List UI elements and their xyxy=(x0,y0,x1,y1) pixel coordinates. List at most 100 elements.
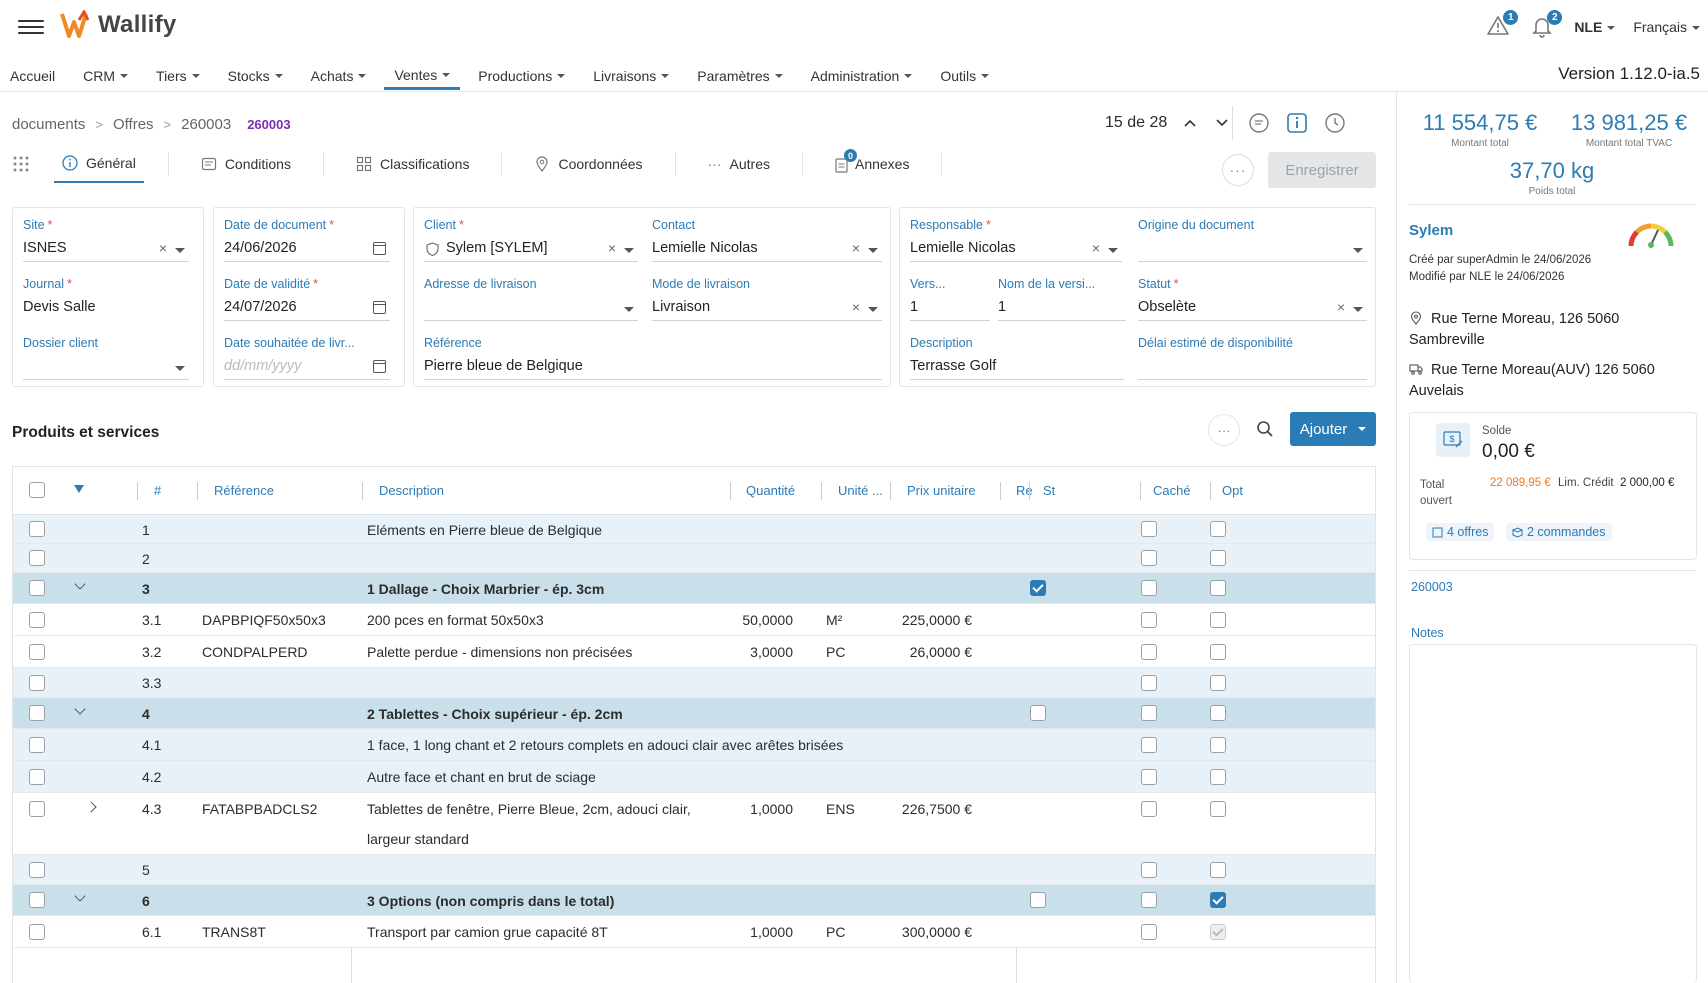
grid-dots-icon[interactable] xyxy=(12,155,30,173)
chevron-down-icon[interactable] xyxy=(624,248,634,253)
opt-checkbox[interactable] xyxy=(1210,769,1226,785)
contact-value[interactable]: Lemielle Nicolas xyxy=(652,236,882,262)
nav-tiers[interactable]: Tiers xyxy=(146,62,210,90)
opt-checkbox[interactable] xyxy=(1210,675,1226,691)
notifications-button[interactable]: 2 xyxy=(1530,10,1563,40)
info-icon[interactable] xyxy=(1286,112,1308,134)
products-more-button[interactable]: ··· xyxy=(1208,414,1240,446)
table-row[interactable]: 3.3 xyxy=(13,668,1375,698)
version-input[interactable]: 1 xyxy=(910,295,990,321)
breadcrumb-offres[interactable]: Offres xyxy=(113,116,154,133)
row-checkbox[interactable] xyxy=(29,521,45,537)
nav-administration[interactable]: Administration xyxy=(801,62,923,90)
table-row[interactable]: 4.2 Autre face et chant en brut de sciag… xyxy=(13,761,1375,793)
version-field[interactable]: Vers... 1 xyxy=(910,277,990,323)
menu-icon[interactable] xyxy=(18,16,44,38)
col-prix-unitaire[interactable]: Prix unitaire xyxy=(907,483,976,498)
related-document-link[interactable]: 260003 xyxy=(1411,580,1453,594)
table-row[interactable]: 6.1 TRANS8T Transport par camion grue ca… xyxy=(13,916,1375,948)
mode-livraison-field[interactable]: Mode de livraison Livraison × xyxy=(652,277,882,323)
table-row[interactable]: 2 xyxy=(13,544,1375,573)
cache-checkbox[interactable] xyxy=(1141,769,1157,785)
nav-achats[interactable]: Achats xyxy=(301,62,377,90)
cache-checkbox[interactable] xyxy=(1141,644,1157,660)
st-checkbox[interactable] xyxy=(1030,892,1046,908)
search-icon[interactable] xyxy=(1254,418,1276,440)
row-checkbox[interactable] xyxy=(29,580,45,596)
table-row[interactable]: 3.2 CONDPALPERD Palette perdue - dimensi… xyxy=(13,636,1375,668)
chevron-down-icon[interactable] xyxy=(1108,248,1118,253)
row-checkbox[interactable] xyxy=(29,644,45,660)
clear-icon[interactable]: × xyxy=(852,299,860,315)
tab-general[interactable]: Général xyxy=(54,145,144,183)
row-checkbox[interactable] xyxy=(29,612,45,628)
tab-autres[interactable]: ··· Autres xyxy=(700,145,778,183)
chevron-down-icon[interactable] xyxy=(1213,114,1231,132)
opt-checkbox[interactable] xyxy=(1210,550,1226,566)
clear-icon[interactable]: × xyxy=(1092,240,1100,256)
chevron-right-icon[interactable] xyxy=(85,801,97,813)
more-actions-button[interactable]: ··· xyxy=(1222,154,1254,186)
col-st[interactable]: St xyxy=(1043,483,1055,498)
nav-crm[interactable]: CRM xyxy=(73,62,138,90)
client-field[interactable]: Client * Sylem [SYLEM] × xyxy=(424,218,638,264)
opt-checkbox[interactable] xyxy=(1210,801,1226,817)
delai-field[interactable]: Délai estimé de disponibilité xyxy=(1138,336,1367,382)
user-menu[interactable]: NLE xyxy=(1574,19,1616,35)
opt-checkbox[interactable] xyxy=(1210,521,1226,537)
nom-version-input[interactable]: 1 xyxy=(998,295,1126,321)
breadcrumb-documents[interactable]: documents xyxy=(12,116,85,133)
nav-livraisons[interactable]: Livraisons xyxy=(583,62,679,90)
col-opt[interactable]: Opt xyxy=(1222,483,1243,498)
date-souhaitee-input[interactable]: dd/mm/yyyy xyxy=(224,354,390,380)
cache-checkbox[interactable] xyxy=(1141,550,1157,566)
chevron-down-icon[interactable] xyxy=(1353,248,1363,253)
st-checkbox[interactable] xyxy=(1030,705,1046,721)
date-validite-value[interactable]: 24/07/2026 xyxy=(224,295,390,321)
filter-icon[interactable] xyxy=(74,485,84,493)
alerts-button[interactable]: 1 xyxy=(1486,10,1519,40)
add-button[interactable]: Ajouter xyxy=(1290,412,1376,446)
col-quantite[interactable]: Quantité xyxy=(746,483,795,498)
cache-checkbox[interactable] xyxy=(1141,580,1157,596)
contact-field[interactable]: Contact Lemielle Nicolas × xyxy=(652,218,882,264)
cache-checkbox[interactable] xyxy=(1141,612,1157,628)
col-reference[interactable]: Référence xyxy=(214,483,274,498)
tab-conditions[interactable]: Conditions xyxy=(193,145,299,183)
customer-name[interactable]: Sylem xyxy=(1409,222,1453,239)
statut-field[interactable]: Statut * Obselète × xyxy=(1138,277,1367,323)
client-value[interactable]: Sylem [SYLEM] xyxy=(424,236,638,262)
chevron-down-icon[interactable] xyxy=(175,366,185,371)
opt-checkbox[interactable] xyxy=(1210,705,1226,721)
table-row[interactable]: 5 xyxy=(13,855,1375,885)
nom-version-field[interactable]: Nom de la versi... 1 xyxy=(998,277,1126,323)
opt-checkbox[interactable] xyxy=(1210,737,1226,753)
col-unite[interactable]: Unité ... xyxy=(838,483,883,498)
dossier-field[interactable]: Dossier client xyxy=(23,336,189,382)
table-row-group[interactable]: 3 1 Dallage - Choix Marbrier - ép. 3cm xyxy=(13,573,1375,604)
nav-productions[interactable]: Productions xyxy=(468,62,575,90)
language-menu[interactable]: Français xyxy=(1633,19,1700,35)
origine-value[interactable] xyxy=(1138,236,1367,262)
opt-checkbox[interactable] xyxy=(1210,644,1226,660)
journal-field[interactable]: Journal * Devis Salle xyxy=(23,277,189,323)
statut-value[interactable]: Obselète xyxy=(1138,295,1367,321)
date-document-field[interactable]: Date de document * 24/06/2026 xyxy=(224,218,390,264)
row-checkbox[interactable] xyxy=(29,892,45,908)
mode-livraison-value[interactable]: Livraison xyxy=(652,295,882,321)
comment-icon[interactable] xyxy=(1248,112,1270,134)
chevron-down-icon[interactable] xyxy=(868,307,878,312)
cache-checkbox[interactable] xyxy=(1141,862,1157,878)
st-checkbox[interactable] xyxy=(1030,580,1046,596)
calendar-icon[interactable] xyxy=(373,360,386,373)
row-checkbox[interactable] xyxy=(29,769,45,785)
cache-checkbox[interactable] xyxy=(1141,892,1157,908)
delai-input[interactable] xyxy=(1138,354,1367,380)
row-checkbox[interactable] xyxy=(29,801,45,817)
save-button[interactable]: Enregistrer xyxy=(1268,152,1376,188)
cache-checkbox[interactable] xyxy=(1141,801,1157,817)
responsable-value[interactable]: Lemielle Nicolas xyxy=(910,236,1122,262)
orders-link[interactable]: 2 commandes xyxy=(1506,523,1612,541)
table-row[interactable]: 4.3 FATABPBADCLS2 Tablettes de fenêtre, … xyxy=(13,793,1375,855)
opt-checkbox[interactable] xyxy=(1210,612,1226,628)
